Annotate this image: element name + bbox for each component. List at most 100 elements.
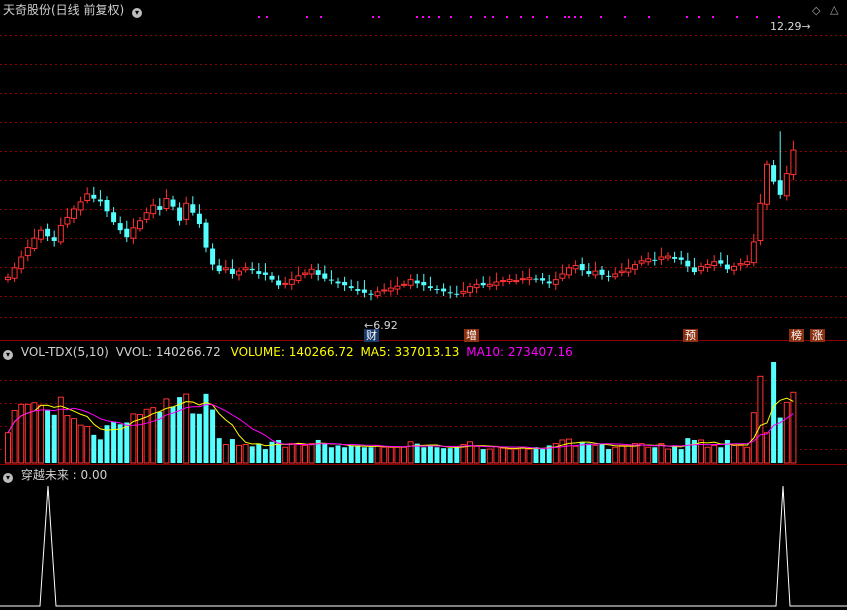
volume-bar: [599, 443, 605, 463]
volume-bar: [493, 445, 500, 464]
candle-body: [222, 267, 229, 271]
vvol-value: VVOL: 140266.72: [115, 345, 221, 359]
event-tag-rise-label: 涨: [812, 329, 823, 342]
event-marker: [778, 16, 780, 18]
volume-bar: [718, 447, 724, 463]
candle-body: [288, 279, 295, 285]
volume-bar: [222, 444, 229, 464]
signal-header[interactable]: ▾ 穿越未来 : 0.00: [3, 468, 107, 483]
volume-bar: [652, 447, 658, 463]
price-candles[interactable]: [5, 131, 797, 301]
candle-body: [18, 256, 25, 270]
candle-body: [31, 237, 38, 250]
diamond-icon[interactable]: ◇: [812, 4, 820, 17]
candle-body: [506, 279, 513, 282]
candle-body: [97, 199, 103, 202]
candle-body: [480, 282, 486, 286]
volume-bar: [381, 446, 388, 464]
volume-bar: [625, 444, 632, 464]
candle-body: [473, 283, 480, 289]
volume-bar: [210, 409, 216, 463]
candle-body: [447, 292, 453, 294]
candle-body: [111, 212, 117, 223]
candle-body: [493, 281, 500, 286]
candle-body: [500, 280, 506, 283]
event-tag-forecast[interactable]: 预: [683, 329, 698, 342]
event-tag-increase[interactable]: 增: [464, 329, 479, 342]
candle-body: [124, 228, 130, 238]
signal-value: : 0.00: [72, 468, 108, 482]
candle-body: [328, 279, 334, 281]
event-tag-list-label: 榜: [791, 329, 802, 342]
stock-title-bar[interactable]: 天奇股份(日线 前复权) ▾: [3, 3, 146, 18]
volume-bar: [97, 439, 103, 463]
candle-body: [71, 208, 77, 219]
candle-body: [632, 264, 638, 270]
volume-bar: [18, 403, 25, 464]
event-marker: [506, 16, 508, 18]
volume-bar: [229, 439, 235, 463]
volume-bar: [434, 447, 440, 463]
volume-bar: [51, 414, 57, 463]
volume-bar: [777, 417, 783, 463]
volume-header[interactable]: ▾ VOL-TDX(5,10) VVOL: 140266.72 VOLUME: …: [3, 345, 573, 360]
volume-bar: [348, 445, 354, 463]
candle-body: [24, 247, 31, 257]
triangle-up-icon[interactable]: △: [830, 3, 838, 16]
chevron-down-icon[interactable]: ▾: [3, 473, 13, 483]
event-marker: [438, 16, 440, 18]
candle-body: [183, 202, 190, 220]
candle-body: [421, 281, 427, 286]
candle-body: [757, 202, 764, 242]
candle-body: [678, 257, 684, 260]
volume-bar: [480, 449, 486, 463]
event-tag-financial[interactable]: 财: [364, 329, 379, 342]
volume-bar: [685, 438, 691, 463]
volume-bar: [137, 414, 143, 464]
candle-body: [11, 267, 18, 279]
event-marker: [600, 16, 602, 18]
event-marker: [266, 16, 268, 18]
candle-body: [783, 173, 790, 197]
candle-body: [606, 275, 612, 277]
kline-chart[interactable]: [0, 0, 847, 610]
event-marker: [698, 16, 700, 18]
volume-bar: [421, 447, 427, 463]
candle-body: [150, 204, 157, 215]
volume-bar: [473, 445, 480, 464]
candle-body: [262, 272, 268, 275]
candle-body: [256, 271, 262, 274]
candle-body: [387, 287, 394, 292]
candle-body: [84, 193, 91, 201]
chevron-down-icon[interactable]: ▾: [132, 8, 143, 18]
volume-indicator-name: VOL-TDX(5,10): [20, 345, 109, 359]
volume-bar: [295, 443, 302, 464]
volume-bar: [401, 446, 407, 464]
volume-bar: [533, 447, 539, 463]
volume-bar: [672, 445, 678, 463]
candle-body: [718, 260, 724, 264]
volume-bar: [117, 424, 123, 463]
volume-bar: [361, 447, 367, 463]
candle-body: [196, 213, 202, 225]
candle-body: [559, 273, 566, 279]
candle-body: [308, 268, 315, 275]
event-tag-rise[interactable]: 涨: [810, 329, 825, 342]
candle-body: [249, 268, 255, 271]
volume-bar: [454, 447, 460, 463]
candle-body: [77, 201, 84, 211]
volume-bar: [618, 444, 625, 464]
volume-bar: [104, 425, 110, 463]
volume-bar: [11, 410, 18, 464]
event-marker: [258, 16, 260, 18]
chevron-down-icon[interactable]: ▾: [3, 350, 13, 360]
candle-body: [394, 285, 401, 290]
volume-bar: [150, 407, 157, 464]
event-tag-list[interactable]: 榜: [789, 329, 804, 342]
event-tag-forecast-label: 预: [685, 329, 696, 342]
candle-body: [427, 286, 433, 289]
volume-bar: [183, 393, 190, 464]
volume-bars[interactable]: [5, 362, 797, 464]
volume-bar: [441, 448, 447, 463]
volume-bar: [744, 446, 751, 464]
